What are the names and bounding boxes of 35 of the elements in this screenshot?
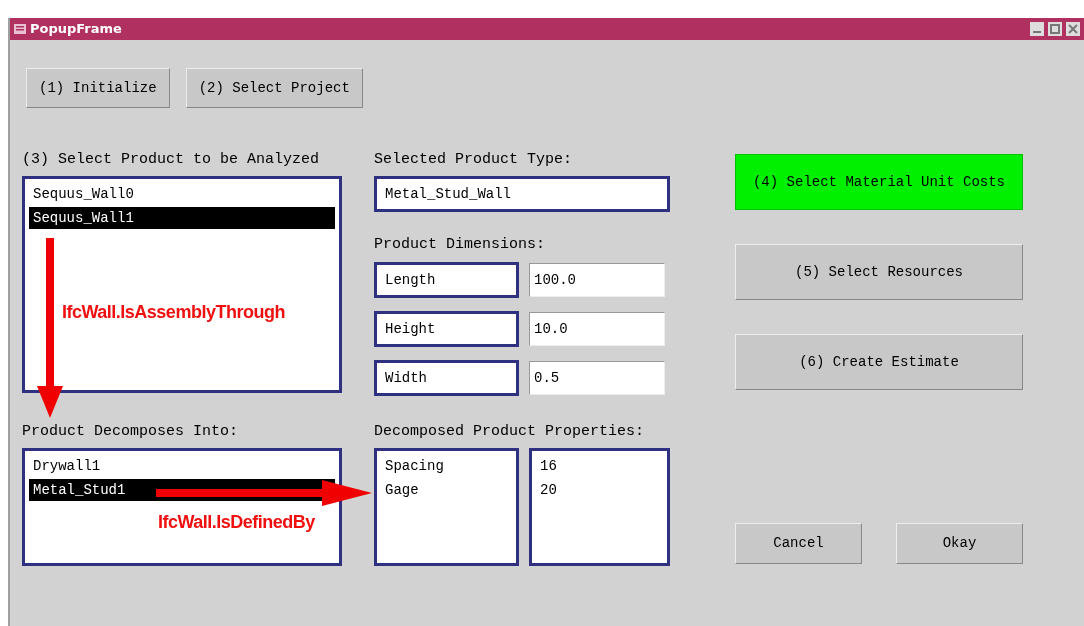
action-button[interactable]: (5) Select Resources — [735, 244, 1023, 300]
list-item[interactable]: Sequus_Wall0 — [29, 183, 335, 205]
menu-icon[interactable] — [14, 24, 26, 34]
arrow-icon — [37, 238, 63, 418]
list-item[interactable]: Drywall1 — [29, 455, 335, 477]
toolbar-button[interactable]: (2) Select Project — [185, 68, 363, 108]
toolbar-button[interactable]: (1) Initialize — [26, 68, 170, 108]
dialog-button[interactable]: Okay — [896, 523, 1023, 564]
section-label: Decomposed Product Properties: — [374, 422, 646, 442]
list-item[interactable]: Sequus_Wall1 — [29, 207, 335, 229]
product-type-field[interactable]: Metal_Stud_Wall — [374, 176, 670, 212]
annotation-label: IfcWall.IsDefinedBy — [158, 511, 315, 534]
dimension-label: Width — [374, 360, 519, 396]
arrow-icon — [156, 480, 372, 506]
property-value: 16 — [539, 457, 558, 476]
minimize-icon[interactable] — [1030, 22, 1044, 36]
section-label: Selected Product Type: — [374, 150, 574, 170]
section-label: Product Decomposes Into: — [22, 422, 240, 442]
section-label: Product Dimensions: — [374, 235, 547, 255]
action-button[interactable]: (6) Create Estimate — [735, 334, 1023, 390]
dimension-field[interactable]: 10.0 — [529, 312, 665, 346]
dimension-field[interactable]: 0.5 — [529, 361, 665, 395]
action-button[interactable]: (4) Select Material Unit Costs — [735, 154, 1023, 210]
property-name: Spacing — [384, 457, 445, 476]
dimension-label: Length — [374, 262, 519, 298]
property-name: Gage — [384, 481, 420, 500]
property-value: 20 — [539, 481, 558, 500]
dimension-label: Height — [374, 311, 519, 347]
section-label: (3) Select Product to be Analyzed — [22, 150, 321, 170]
dimension-field[interactable]: 100.0 — [529, 263, 665, 297]
close-icon[interactable] — [1066, 22, 1080, 36]
window-title: PopupFrame — [30, 20, 123, 39]
maximize-icon[interactable] — [1048, 22, 1062, 36]
dialog-button[interactable]: Cancel — [735, 523, 862, 564]
annotation-label: IfcWall.IsAssemblyThrough — [62, 301, 285, 324]
